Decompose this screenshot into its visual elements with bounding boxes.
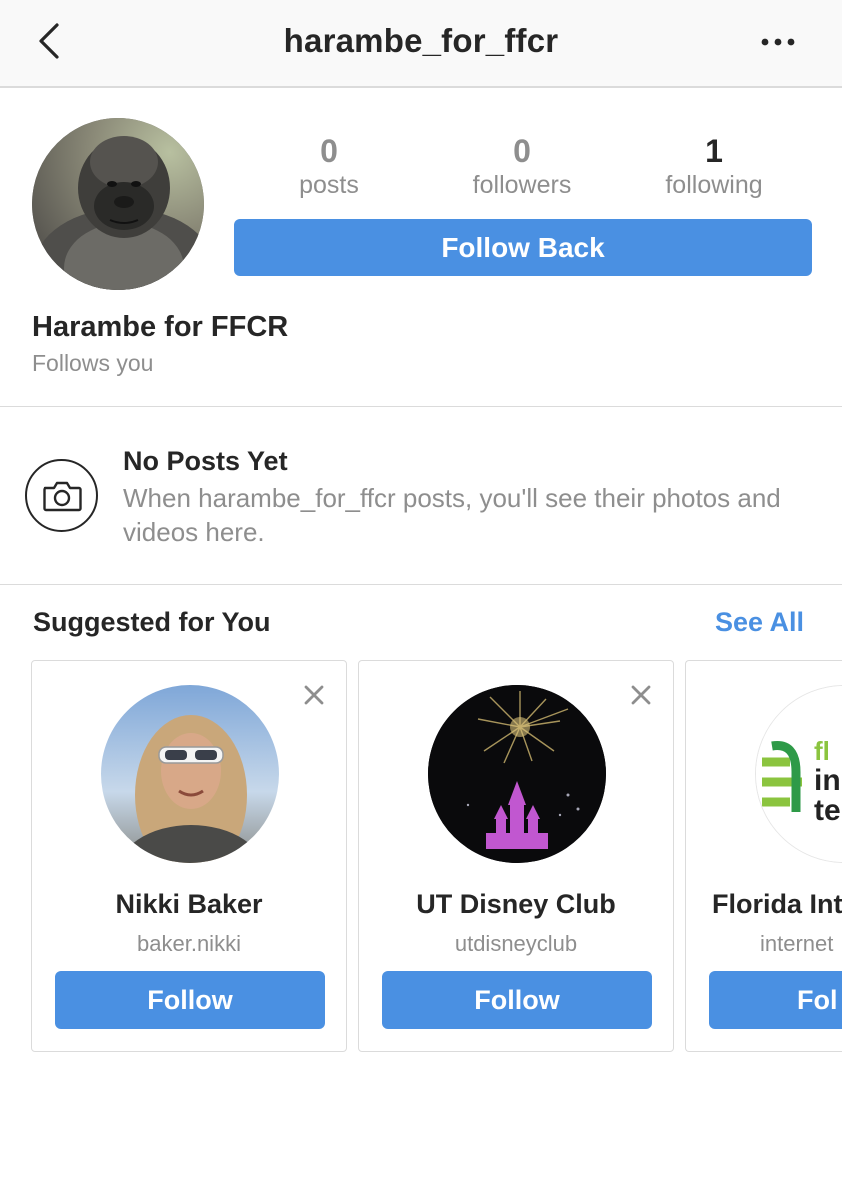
close-icon [631, 685, 651, 705]
more-options-button[interactable] [750, 24, 806, 60]
follows-you-label: Follows you [32, 350, 154, 376]
divider [0, 584, 842, 585]
svg-text:te: te [814, 794, 841, 827]
followers-label: followers [472, 171, 572, 199]
dismiss-button[interactable] [300, 681, 328, 709]
camera-icon [42, 481, 82, 511]
posts-stat: 0 posts [234, 132, 424, 200]
suggestion-avatar[interactable] [428, 685, 606, 863]
suggestion-card: UT Disney Club utdisneyclub Follow [358, 660, 674, 1052]
no-posts-description: When harambe_for_ffcr posts, you'll see … [123, 483, 781, 547]
suggestion-card: Nikki Baker baker.nikki Follow [31, 660, 347, 1052]
suggestion-avatar[interactable] [101, 685, 279, 863]
svg-text:fl: fl [814, 736, 830, 766]
followers-count: 0 [513, 133, 531, 169]
profile-avatar[interactable] [32, 118, 204, 290]
divider [0, 406, 842, 407]
camera-icon-circle [25, 459, 98, 532]
suggestion-name: Nikki Baker [115, 889, 263, 919]
suggestion-avatar[interactable]: fl in te [755, 685, 842, 863]
suggestion-username: internet [760, 931, 834, 956]
posts-label: posts [299, 171, 359, 199]
svg-text:in: in [814, 764, 841, 797]
top-navbar: harambe_for_ffcr [0, 0, 842, 88]
no-posts-title: No Posts Yet [123, 446, 288, 476]
following-count: 1 [705, 133, 723, 169]
follow-button[interactable]: Follow [382, 971, 652, 1029]
follow-back-button[interactable]: Follow Back [234, 219, 812, 276]
following-stat[interactable]: 1 following [619, 132, 809, 200]
suggestion-card: fl in te Florida Int internet Fol [685, 660, 842, 1052]
close-icon [304, 685, 324, 705]
followers-stat[interactable]: 0 followers [427, 132, 617, 200]
suggestion-username: baker.nikki [137, 931, 241, 956]
follow-button[interactable]: Follow [55, 971, 325, 1029]
page-title: harambe_for_ffcr [283, 22, 559, 59]
following-label: following [665, 171, 763, 199]
suggestion-name: Florida Int [712, 889, 842, 919]
suggestion-username: utdisneyclub [454, 931, 578, 956]
fireworks-castle-photo [428, 685, 606, 863]
gorilla-photo [32, 118, 204, 290]
suggestion-name: UT Disney Club [416, 889, 616, 919]
see-all-link[interactable]: See All [715, 607, 804, 638]
florida-logo: fl in te [756, 686, 842, 862]
suggested-title: Suggested for You [33, 607, 271, 637]
profile-screen: harambe_for_ffcr 0 posts 0 followers 1 f… [0, 0, 842, 1200]
posts-count: 0 [320, 133, 338, 169]
more-dots-icon [761, 38, 795, 46]
dismiss-button[interactable] [627, 681, 655, 709]
follow-button[interactable]: Fol [709, 971, 842, 1029]
profile-name: Harambe for FFCR [32, 311, 289, 343]
person-photo [101, 685, 279, 863]
